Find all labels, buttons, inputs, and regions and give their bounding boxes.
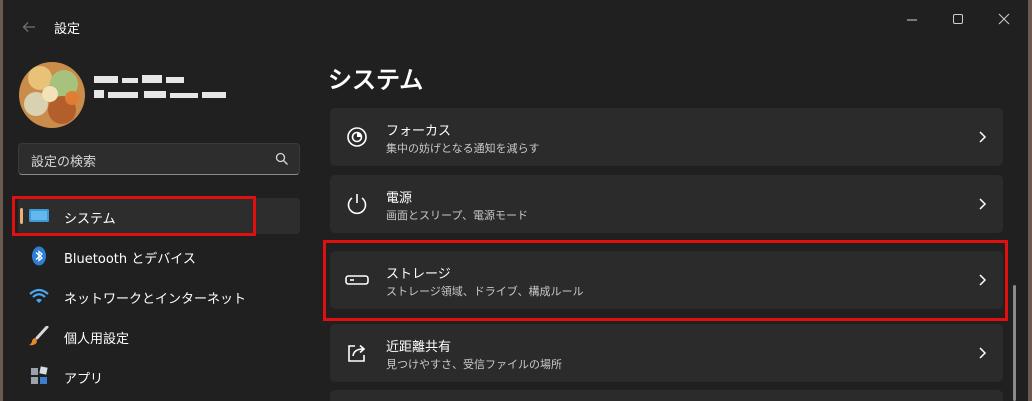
focus-icon	[347, 127, 367, 147]
back-arrow-icon	[22, 22, 35, 32]
minimize-icon	[907, 19, 917, 21]
bluetooth-icon	[32, 246, 46, 266]
share-icon	[348, 344, 366, 362]
scrollbar-thumb[interactable]	[1013, 285, 1016, 401]
sidebar-item-bluetooth[interactable]: Bluetooth とデバイス	[18, 238, 300, 274]
power-icon	[347, 194, 367, 215]
close-button[interactable]	[981, 6, 1027, 34]
settings-search-box[interactable]: 設定の検索	[18, 143, 300, 175]
sidebar-item-personalization[interactable]: 個人用設定	[18, 318, 300, 354]
maximize-button[interactable]	[935, 6, 981, 34]
title-bar: 設定	[0, 0, 1032, 52]
card-title: フォーカス	[386, 124, 452, 139]
close-icon	[998, 13, 1010, 25]
settings-card-next-partial[interactable]	[330, 390, 1003, 401]
chevron-right-icon	[979, 198, 987, 210]
page-title: システム	[328, 66, 424, 94]
sidebar-item-label: アプリ	[64, 372, 104, 387]
minimize-button[interactable]	[889, 6, 935, 34]
apps-icon	[31, 366, 48, 384]
app-title: 設定	[54, 22, 81, 37]
sidebar-item-label: Bluetooth とデバイス	[64, 252, 196, 267]
card-title: 近距離共有	[386, 340, 452, 355]
sidebar-item-network[interactable]: ネットワークとインターネット	[18, 278, 300, 314]
card-subtitle: 画面とスリープ、電源モード	[386, 209, 529, 222]
chevron-right-icon	[979, 347, 987, 359]
sidebar-item-label: ネットワークとインターネット	[64, 292, 247, 307]
settings-card-power[interactable]: 電源 画面とスリープ、電源モード	[330, 175, 1003, 233]
wifi-icon	[29, 288, 49, 303]
settings-card-nearby-sharing[interactable]: 近距離共有 見つけやすさ、受信ファイルの場所	[330, 324, 1003, 382]
sidebar-item-apps[interactable]: アプリ	[18, 358, 300, 394]
settings-card-focus[interactable]: フォーカス 集中の妨げとなる通知を減らす	[330, 108, 1003, 166]
search-icon[interactable]	[275, 152, 289, 166]
profile-name-redacted	[92, 72, 232, 108]
search-placeholder: 設定の検索	[31, 155, 97, 170]
highlight-box-storage	[323, 240, 1008, 321]
back-button[interactable]	[18, 17, 40, 37]
brush-icon	[29, 326, 49, 346]
maximize-icon	[953, 14, 963, 24]
avatar[interactable]	[18, 60, 86, 130]
sidebar-item-label: 個人用設定	[64, 332, 130, 347]
highlight-box-system	[12, 196, 256, 236]
chevron-right-icon	[979, 131, 987, 143]
card-subtitle: 集中の妨げとなる通知を減らす	[386, 142, 540, 155]
card-subtitle: 見つけやすさ、受信ファイルの場所	[386, 358, 562, 371]
card-title: 電源	[386, 191, 413, 206]
